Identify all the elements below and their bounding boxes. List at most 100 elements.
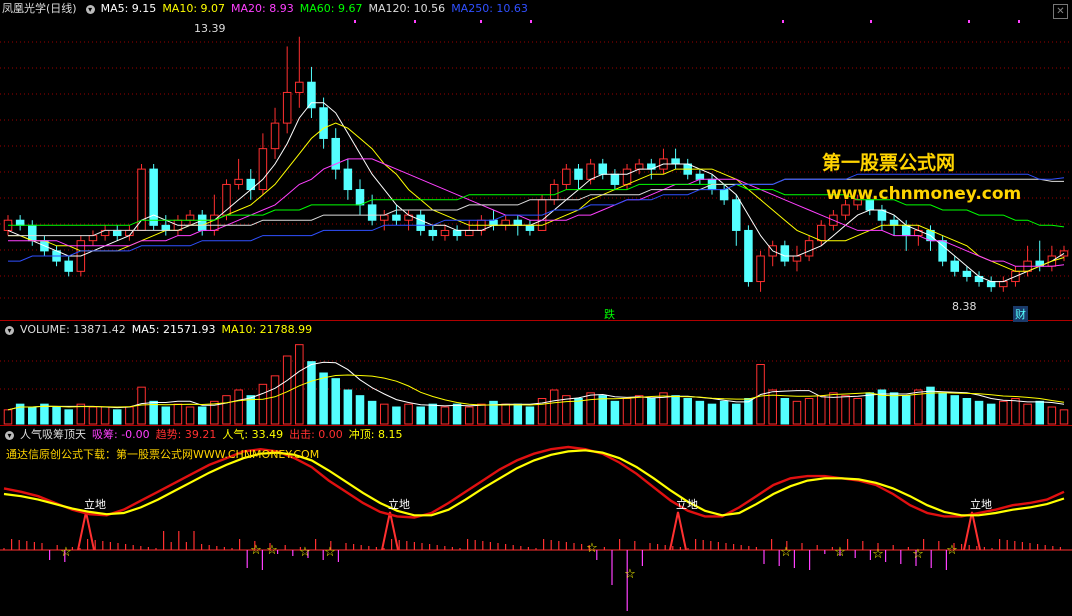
volume-bar <box>986 403 996 425</box>
candle <box>428 229 438 237</box>
indicator-panel[interactable]: ☆ ☆ ☆ ☆ ☆ ☆ ☆ ☆ ☆ ☆ ☆ ☆ ▾ 人气吸筹顶天 吸筹: -0.00 趋势: 39.21 人气… <box>0 426 1072 616</box>
candle <box>112 229 122 237</box>
ma-legend-2: MA20: 8.93 <box>231 2 294 15</box>
volume-bar <box>549 389 559 425</box>
volume-bar <box>452 403 462 425</box>
volume-bar <box>501 403 510 425</box>
volume-bar <box>974 400 984 425</box>
candle <box>999 281 1008 288</box>
ma-legend-3: MA60: 9.67 <box>299 2 363 15</box>
volume-bar <box>816 395 826 425</box>
settings-icon[interactable]: ▾ <box>85 4 95 14</box>
volume-bar <box>525 406 535 425</box>
candle <box>489 219 498 226</box>
volume-bar <box>270 375 280 425</box>
volume-panel[interactable]: ▾ VOLUME: 13871.42 MA5: 21571.93 MA10: 2178… <box>0 321 1072 426</box>
star-icon: ☆ <box>324 545 336 560</box>
volume-bar <box>719 400 729 425</box>
volume-header: ▾ VOLUME: 13871.42 MA5: 21571.93 MA10: 2178… <box>2 323 318 337</box>
event-cai-badge[interactable]: 财 <box>1013 306 1028 322</box>
volume-value: VOLUME: 13871.42 <box>20 323 126 336</box>
indicator-title: 人气吸筹顶天 <box>20 428 86 441</box>
volume-bar <box>258 383 268 425</box>
candle <box>744 229 753 283</box>
candle <box>355 189 365 206</box>
star-icon: ☆ <box>299 545 311 560</box>
volume-bar <box>222 395 231 425</box>
volume-bar <box>586 392 595 425</box>
candle <box>367 204 377 221</box>
volume-bar <box>234 389 243 425</box>
candle <box>816 224 826 242</box>
candle <box>307 81 316 109</box>
candle <box>586 163 595 180</box>
volume-bar <box>938 392 947 425</box>
qushi-value: 趋势: 39.21 <box>155 428 217 441</box>
volume-bar <box>331 378 340 425</box>
candle <box>234 178 243 185</box>
volume-bar <box>647 398 656 425</box>
volume-bar <box>3 409 13 425</box>
volume-bar <box>853 398 862 425</box>
candle <box>464 229 474 237</box>
candle <box>270 122 280 150</box>
event-die-badge[interactable]: 跌 <box>604 306 615 322</box>
candle <box>549 183 559 201</box>
volume-bar <box>683 398 692 425</box>
signal-lidi-3: 立地 <box>676 498 698 511</box>
volume-bar <box>367 400 377 425</box>
volume-bar <box>392 406 401 425</box>
volume-bar <box>380 403 389 425</box>
candle <box>634 163 644 170</box>
candle <box>962 270 972 277</box>
volume-bar <box>464 406 474 425</box>
xichou-value: 吸筹: -0.00 <box>92 428 150 441</box>
lidi-spike <box>669 511 687 551</box>
star-icon: ☆ <box>250 543 262 558</box>
candle <box>525 224 535 231</box>
volume-bar <box>173 403 183 425</box>
candle <box>88 235 98 242</box>
chongding-value: 冲顶: 8.15 <box>348 428 403 441</box>
close-icon[interactable]: ✕ <box>1053 4 1068 19</box>
candle <box>841 204 850 216</box>
candle <box>149 168 158 226</box>
candle <box>440 229 450 237</box>
watermark-title: 第一股票公式网 <box>822 152 956 174</box>
candle <box>258 148 268 191</box>
volume-bar <box>161 406 171 425</box>
lidi-spike <box>77 511 95 551</box>
watermark-url: www.chnmoney.com <box>826 184 1022 204</box>
volume-bar <box>416 406 425 425</box>
volume-bar <box>841 395 850 425</box>
chuji-value: 出击: 0.00 <box>289 428 343 441</box>
candle <box>161 224 171 231</box>
candle <box>986 281 996 288</box>
volume-bar <box>610 400 620 425</box>
candle <box>15 219 25 226</box>
volume-bar <box>307 361 316 425</box>
download-note: 通达信原创公式下载：第一股票公式网WWW.CHNMONEY.COM <box>6 448 320 461</box>
high-price-label: 13.39 <box>194 22 226 35</box>
volume-bar <box>901 395 911 425</box>
volume-bar <box>185 406 195 425</box>
candle <box>950 260 960 272</box>
candle <box>562 168 571 185</box>
volume-bar <box>999 400 1008 425</box>
lidi-spike <box>381 511 399 551</box>
star-icon: ☆ <box>586 541 598 556</box>
settings-icon[interactable]: ▾ <box>5 430 14 440</box>
candle <box>185 214 195 221</box>
price-panel[interactable]: 凤凰光学(日线) ▾ MA5: 9.15 MA10: 9.07 MA20: 8.93 MA… <box>0 0 1072 322</box>
volume-ma5: MA5: 21571.93 <box>131 323 216 336</box>
ma-legend-5: MA250: 10.63 <box>451 2 528 15</box>
candle <box>197 214 207 231</box>
star-icon: ☆ <box>266 543 278 558</box>
volume-bar <box>355 395 365 425</box>
volume-bar <box>574 398 583 425</box>
candle <box>889 219 899 226</box>
candle <box>452 229 462 237</box>
settings-icon[interactable]: ▾ <box>5 325 14 335</box>
candle <box>64 260 73 272</box>
volume-bar <box>513 403 523 425</box>
